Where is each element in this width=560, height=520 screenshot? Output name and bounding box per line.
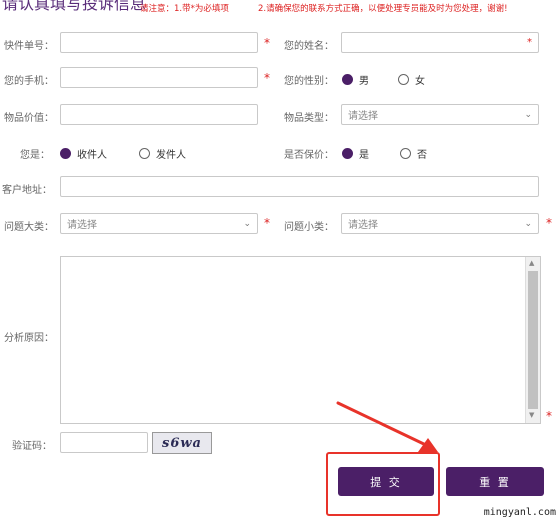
red-arrow-icon — [336, 401, 438, 452]
watermark: mingyanl.com — [483, 507, 556, 518]
